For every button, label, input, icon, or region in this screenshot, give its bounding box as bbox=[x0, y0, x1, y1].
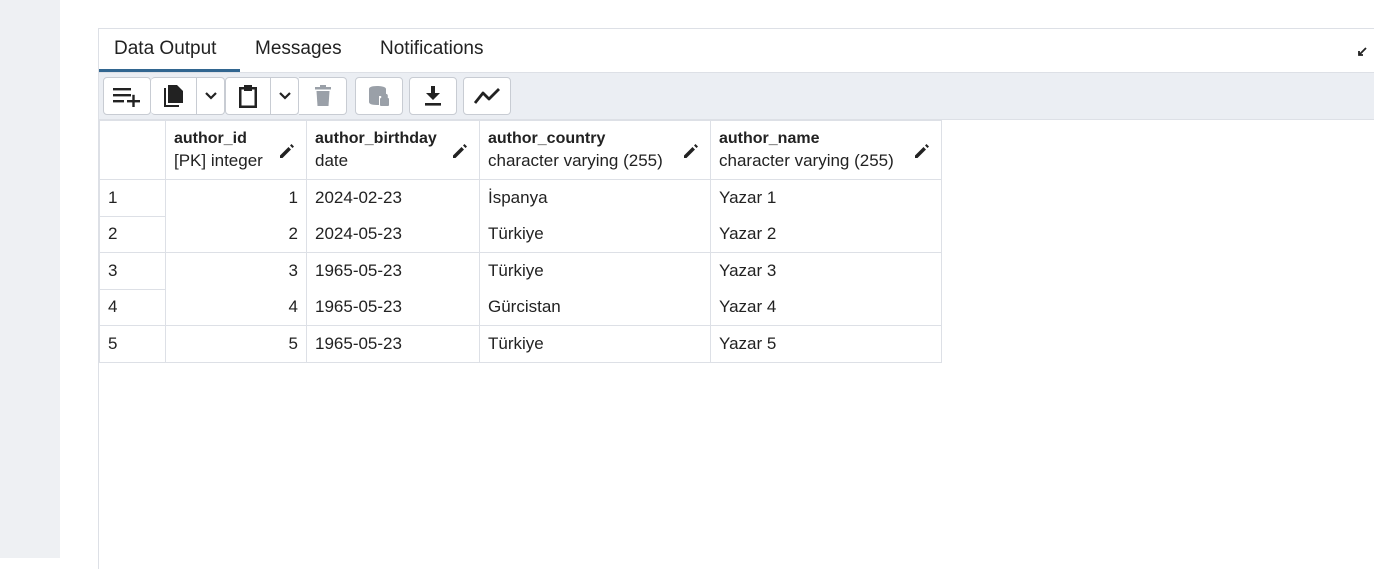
results-tab-bar: Data Output Messages Notifications bbox=[99, 29, 1374, 73]
pencil-icon[interactable] bbox=[913, 142, 931, 160]
column-header-author-id[interactable]: author_id [PK] integer bbox=[165, 120, 307, 180]
row-number[interactable]: 2 bbox=[99, 215, 166, 253]
query-results-panel: Data Output Messages Notifications autho… bbox=[98, 28, 1374, 569]
download-button[interactable] bbox=[409, 77, 457, 115]
pencil-icon[interactable] bbox=[278, 142, 296, 160]
cell-author-country[interactable]: Türkiye bbox=[479, 215, 711, 253]
paste-options-dropdown[interactable] bbox=[271, 77, 299, 115]
column-header-author-country[interactable]: author_country character varying (255) bbox=[479, 120, 711, 180]
left-sidebar-gutter bbox=[0, 0, 60, 558]
cell-author-birthday[interactable]: 1965-05-23 bbox=[306, 288, 480, 326]
graph-icon bbox=[473, 88, 500, 104]
header-row: author_id [PK] integer author_birthday d… bbox=[99, 120, 942, 180]
cell-author-id[interactable]: 4 bbox=[165, 288, 307, 326]
save-data-icon bbox=[369, 86, 389, 106]
cell-author-id[interactable]: 2 bbox=[165, 215, 307, 253]
cell-author-birthday[interactable]: 2024-05-23 bbox=[306, 215, 480, 253]
table-row[interactable]: 2 2 2024-05-23 Türkiye Yazar 2 bbox=[99, 215, 942, 253]
pencil-icon[interactable] bbox=[682, 142, 700, 160]
column-header-author-name[interactable]: author_name character varying (255) bbox=[710, 120, 942, 180]
download-icon bbox=[425, 86, 441, 106]
row-number[interactable]: 1 bbox=[99, 179, 166, 217]
cell-author-name[interactable]: Yazar 1 bbox=[710, 179, 942, 216]
cell-author-country[interactable]: Türkiye bbox=[479, 325, 711, 363]
table-row[interactable]: 4 4 1965-05-23 Gürcistan Yazar 4 bbox=[99, 288, 942, 326]
cell-author-country[interactable]: Türkiye bbox=[479, 252, 711, 289]
copy-icon bbox=[163, 85, 183, 107]
tab-data-output[interactable]: Data Output bbox=[99, 29, 240, 72]
cell-author-id[interactable]: 1 bbox=[165, 179, 307, 216]
cell-author-country[interactable]: İspanya bbox=[479, 179, 711, 216]
cell-author-name[interactable]: Yazar 5 bbox=[710, 325, 942, 363]
data-toolbar bbox=[99, 73, 1374, 120]
chevron-down-icon bbox=[204, 92, 217, 100]
row-number[interactable]: 3 bbox=[99, 252, 166, 290]
paste-icon bbox=[239, 85, 257, 108]
cell-author-country[interactable]: Gürcistan bbox=[479, 288, 711, 326]
column-name: author_name bbox=[719, 130, 820, 147]
cell-author-name[interactable]: Yazar 4 bbox=[710, 288, 942, 326]
column-type: character varying (255) bbox=[719, 151, 894, 170]
data-grid: author_id [PK] integer author_birthday d… bbox=[99, 120, 942, 363]
copy-button[interactable] bbox=[151, 77, 197, 115]
cell-author-name[interactable]: Yazar 3 bbox=[710, 252, 942, 289]
save-data-button[interactable] bbox=[355, 77, 403, 115]
table-row[interactable]: 3 3 1965-05-23 Türkiye Yazar 3 bbox=[99, 252, 942, 290]
column-type: character varying (255) bbox=[488, 151, 663, 170]
column-name: author_country bbox=[488, 130, 606, 147]
graph-visualiser-button[interactable] bbox=[463, 77, 511, 115]
minimize-icon[interactable] bbox=[1357, 47, 1367, 57]
chevron-down-icon bbox=[278, 92, 291, 100]
cell-author-birthday[interactable]: 1965-05-23 bbox=[306, 252, 480, 289]
column-name: author_birthday bbox=[315, 130, 437, 147]
row-number[interactable]: 5 bbox=[99, 325, 166, 363]
paste-button[interactable] bbox=[225, 77, 271, 115]
cell-author-id[interactable]: 3 bbox=[165, 252, 307, 289]
row-number[interactable]: 4 bbox=[99, 288, 166, 326]
table-row[interactable]: 5 5 1965-05-23 Türkiye Yazar 5 bbox=[99, 325, 942, 363]
delete-icon bbox=[314, 85, 331, 106]
add-row-button[interactable] bbox=[103, 77, 151, 115]
cell-author-name[interactable]: Yazar 2 bbox=[710, 215, 942, 253]
copy-options-dropdown[interactable] bbox=[197, 77, 225, 115]
tab-messages[interactable]: Messages bbox=[240, 29, 365, 72]
tab-notifications[interactable]: Notifications bbox=[365, 29, 515, 72]
add-row-icon bbox=[113, 88, 140, 107]
cell-author-birthday[interactable]: 1965-05-23 bbox=[306, 325, 480, 363]
delete-button[interactable] bbox=[299, 77, 347, 115]
row-number-header bbox=[99, 120, 166, 180]
table-row[interactable]: 1 1 2024-02-23 İspanya Yazar 1 bbox=[99, 179, 942, 217]
cell-author-birthday[interactable]: 2024-02-23 bbox=[306, 179, 480, 216]
column-type: date bbox=[315, 151, 349, 170]
column-header-author-birthday[interactable]: author_birthday date bbox=[306, 120, 480, 180]
pencil-icon[interactable] bbox=[451, 142, 469, 160]
cell-author-id[interactable]: 5 bbox=[165, 325, 307, 363]
result-table: author_id [PK] integer author_birthday d… bbox=[99, 120, 942, 363]
